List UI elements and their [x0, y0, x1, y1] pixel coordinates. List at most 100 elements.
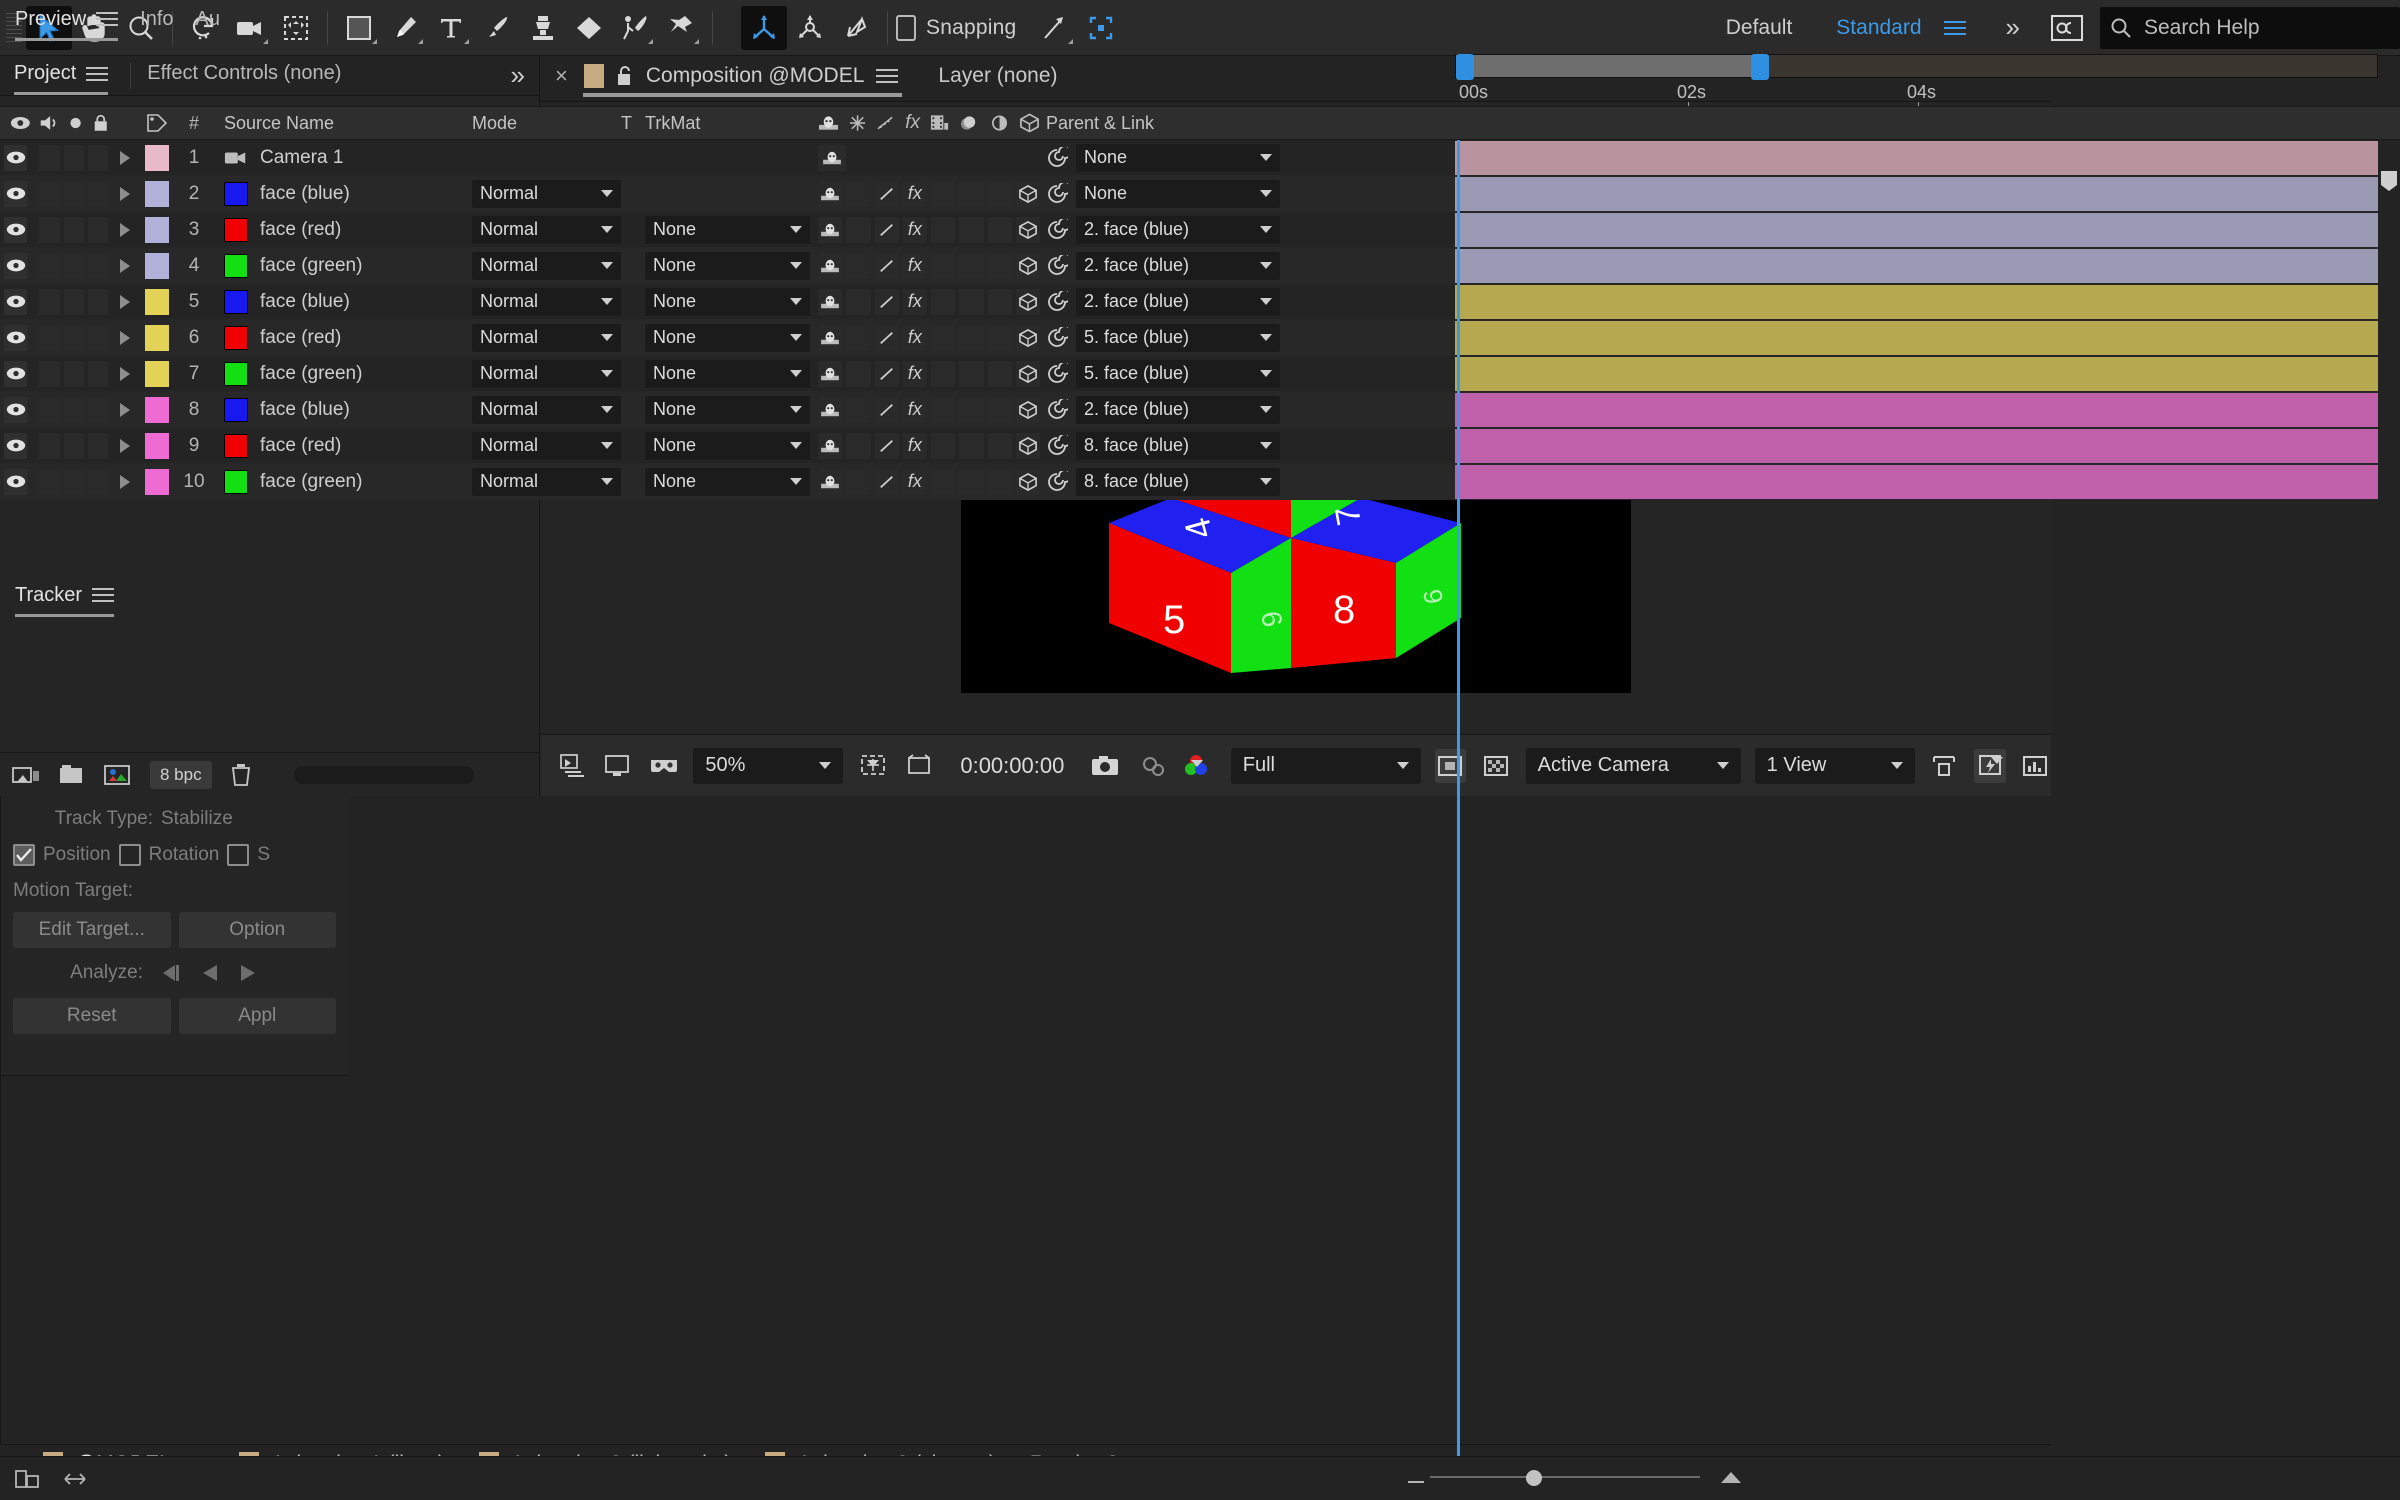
layer-parent-select[interactable]: 2. face (blue) [1076, 395, 1280, 424]
layer-label-swatch[interactable] [142, 180, 172, 207]
layer-parent-select[interactable]: 2. face (blue) [1076, 287, 1280, 316]
switch-quality[interactable] [874, 396, 899, 423]
quality-icon[interactable] [878, 402, 896, 418]
three-d-layer-icon[interactable] [1018, 184, 1038, 203]
layer-label-swatch[interactable] [142, 360, 172, 387]
quality-icon[interactable] [878, 186, 896, 202]
clone-stamp-tool[interactable] [520, 6, 566, 50]
switch-motion-blur[interactable] [959, 288, 984, 315]
switch-3d[interactable] [1015, 324, 1040, 351]
column-trkmat-header[interactable]: TrkMat [645, 113, 810, 134]
switch-collapse[interactable] [846, 288, 871, 315]
zoom-out-icon[interactable] [1406, 1469, 1426, 1485]
switch-shy[interactable] [818, 252, 843, 279]
switch-3d[interactable] [1015, 216, 1040, 243]
switch-3d[interactable] [1015, 396, 1040, 423]
timeline-marker-icon[interactable] [2379, 170, 2399, 192]
layer-duration-bar[interactable] [1455, 465, 2378, 499]
zoom-slider-knob[interactable] [1526, 1470, 1542, 1486]
preview-panel-menu-icon[interactable] [96, 8, 119, 30]
three-d-layer-icon[interactable] [1019, 113, 1040, 133]
switch-effects[interactable]: fx [902, 324, 927, 351]
switch-quality[interactable] [874, 252, 899, 279]
layer-lock-toggle[interactable] [87, 252, 108, 279]
snap-align-icon[interactable] [1032, 6, 1078, 50]
layer-expand-toggle[interactable] [108, 474, 142, 489]
switch-adjustment[interactable] [987, 396, 1012, 423]
shy-icon[interactable] [820, 222, 840, 238]
toolbar-overflow-icon[interactable]: » [2006, 12, 2020, 43]
switch-quality[interactable] [874, 216, 899, 243]
workspace-menu-icon[interactable] [1943, 17, 1966, 39]
switch-motion-blur[interactable] [959, 360, 984, 387]
snapping-checkbox[interactable] [896, 14, 916, 41]
pick-whip-icon[interactable] [1046, 182, 1068, 205]
pick-whip-icon[interactable] [1046, 326, 1068, 349]
layer-source-name[interactable]: face (blue) [216, 289, 466, 314]
switch-effects[interactable]: fx [902, 432, 927, 459]
layer-duration-bar[interactable] [1455, 321, 2378, 355]
layer-visibility-toggle[interactable] [4, 468, 28, 495]
layer-parent-select[interactable]: 8. face (blue) [1076, 431, 1280, 460]
layer-source-name[interactable]: face (green) [216, 469, 466, 494]
layer-parent-select[interactable]: None [1076, 179, 1280, 208]
switch-collapse[interactable] [846, 360, 871, 387]
layer-lock-toggle[interactable] [87, 144, 108, 171]
switch-effects[interactable]: fx [902, 252, 927, 279]
switch-3d[interactable] [1015, 468, 1040, 495]
three-d-layer-icon[interactable] [1018, 436, 1038, 455]
layer-label-swatch[interactable] [142, 288, 172, 315]
zoom-in-icon[interactable] [1718, 1468, 1744, 1486]
layer-trkmat-select[interactable]: None [645, 287, 810, 316]
layer-solo-toggle[interactable] [63, 468, 84, 495]
shy-icon[interactable] [820, 186, 840, 202]
switch-adjustment[interactable] [987, 288, 1012, 315]
layer-parent-select[interactable]: 5. face (blue) [1076, 359, 1280, 388]
three-d-layer-icon[interactable] [1018, 400, 1038, 419]
layer-visibility-toggle[interactable] [4, 252, 28, 279]
layer-duration-bar[interactable] [1455, 249, 2378, 283]
layer-solo-toggle[interactable] [63, 144, 84, 171]
quality-icon[interactable] [878, 366, 896, 382]
layer-label-swatch[interactable] [142, 144, 172, 171]
workspace-default[interactable]: Default [1726, 16, 1793, 40]
switch-collapse[interactable] [846, 216, 871, 243]
switch-shy[interactable] [818, 396, 843, 423]
layer-trkmat-select[interactable]: None [645, 359, 810, 388]
shy-icon[interactable] [820, 366, 840, 382]
switch-effects[interactable]: fx [902, 360, 927, 387]
layer-audio-toggle[interactable] [39, 180, 60, 207]
layer-lock-toggle[interactable] [87, 396, 108, 423]
layer-duration-bar[interactable] [1455, 285, 2378, 319]
layer-parent-select[interactable]: 5. face (blue) [1076, 323, 1280, 352]
column-source-name-header[interactable]: Source Name [216, 113, 466, 134]
layer-audio-toggle[interactable] [39, 324, 60, 351]
three-d-layer-icon[interactable] [1018, 472, 1038, 491]
switch-quality[interactable] [874, 180, 899, 207]
pan-behind-tool[interactable] [273, 6, 319, 50]
eye-icon[interactable] [10, 114, 31, 132]
layer-duration-bar[interactable] [1455, 393, 2378, 427]
switch-effects[interactable]: fx [902, 216, 927, 243]
layer-label-swatch[interactable] [142, 468, 172, 495]
switch-collapse[interactable] [846, 468, 871, 495]
layer-mode-select[interactable]: Normal [472, 359, 621, 388]
layer-solo-toggle[interactable] [63, 180, 84, 207]
layer-parent-select[interactable]: 2. face (blue) [1076, 251, 1280, 280]
switch-collapse[interactable] [846, 396, 871, 423]
layer-lock-toggle[interactable] [87, 468, 108, 495]
layer-mode-select[interactable]: Normal [472, 395, 621, 424]
tab-project[interactable]: Project [14, 62, 109, 95]
layer-label-swatch[interactable] [142, 432, 172, 459]
layer-source-name[interactable]: face (red) [216, 433, 466, 458]
layer-trkmat-select[interactable]: None [645, 431, 810, 460]
layer-label-swatch[interactable] [142, 324, 172, 351]
quality-icon[interactable] [878, 222, 896, 238]
column-parent-header[interactable]: Parent & Link [1040, 113, 1280, 134]
switch-3d[interactable] [1015, 360, 1040, 387]
switch-frame-blend[interactable] [931, 288, 956, 315]
layer-source-name[interactable]: face (red) [216, 217, 466, 242]
switch-shy[interactable] [818, 288, 843, 315]
playhead[interactable] [1457, 140, 1460, 1456]
switch-quality[interactable] [874, 288, 899, 315]
